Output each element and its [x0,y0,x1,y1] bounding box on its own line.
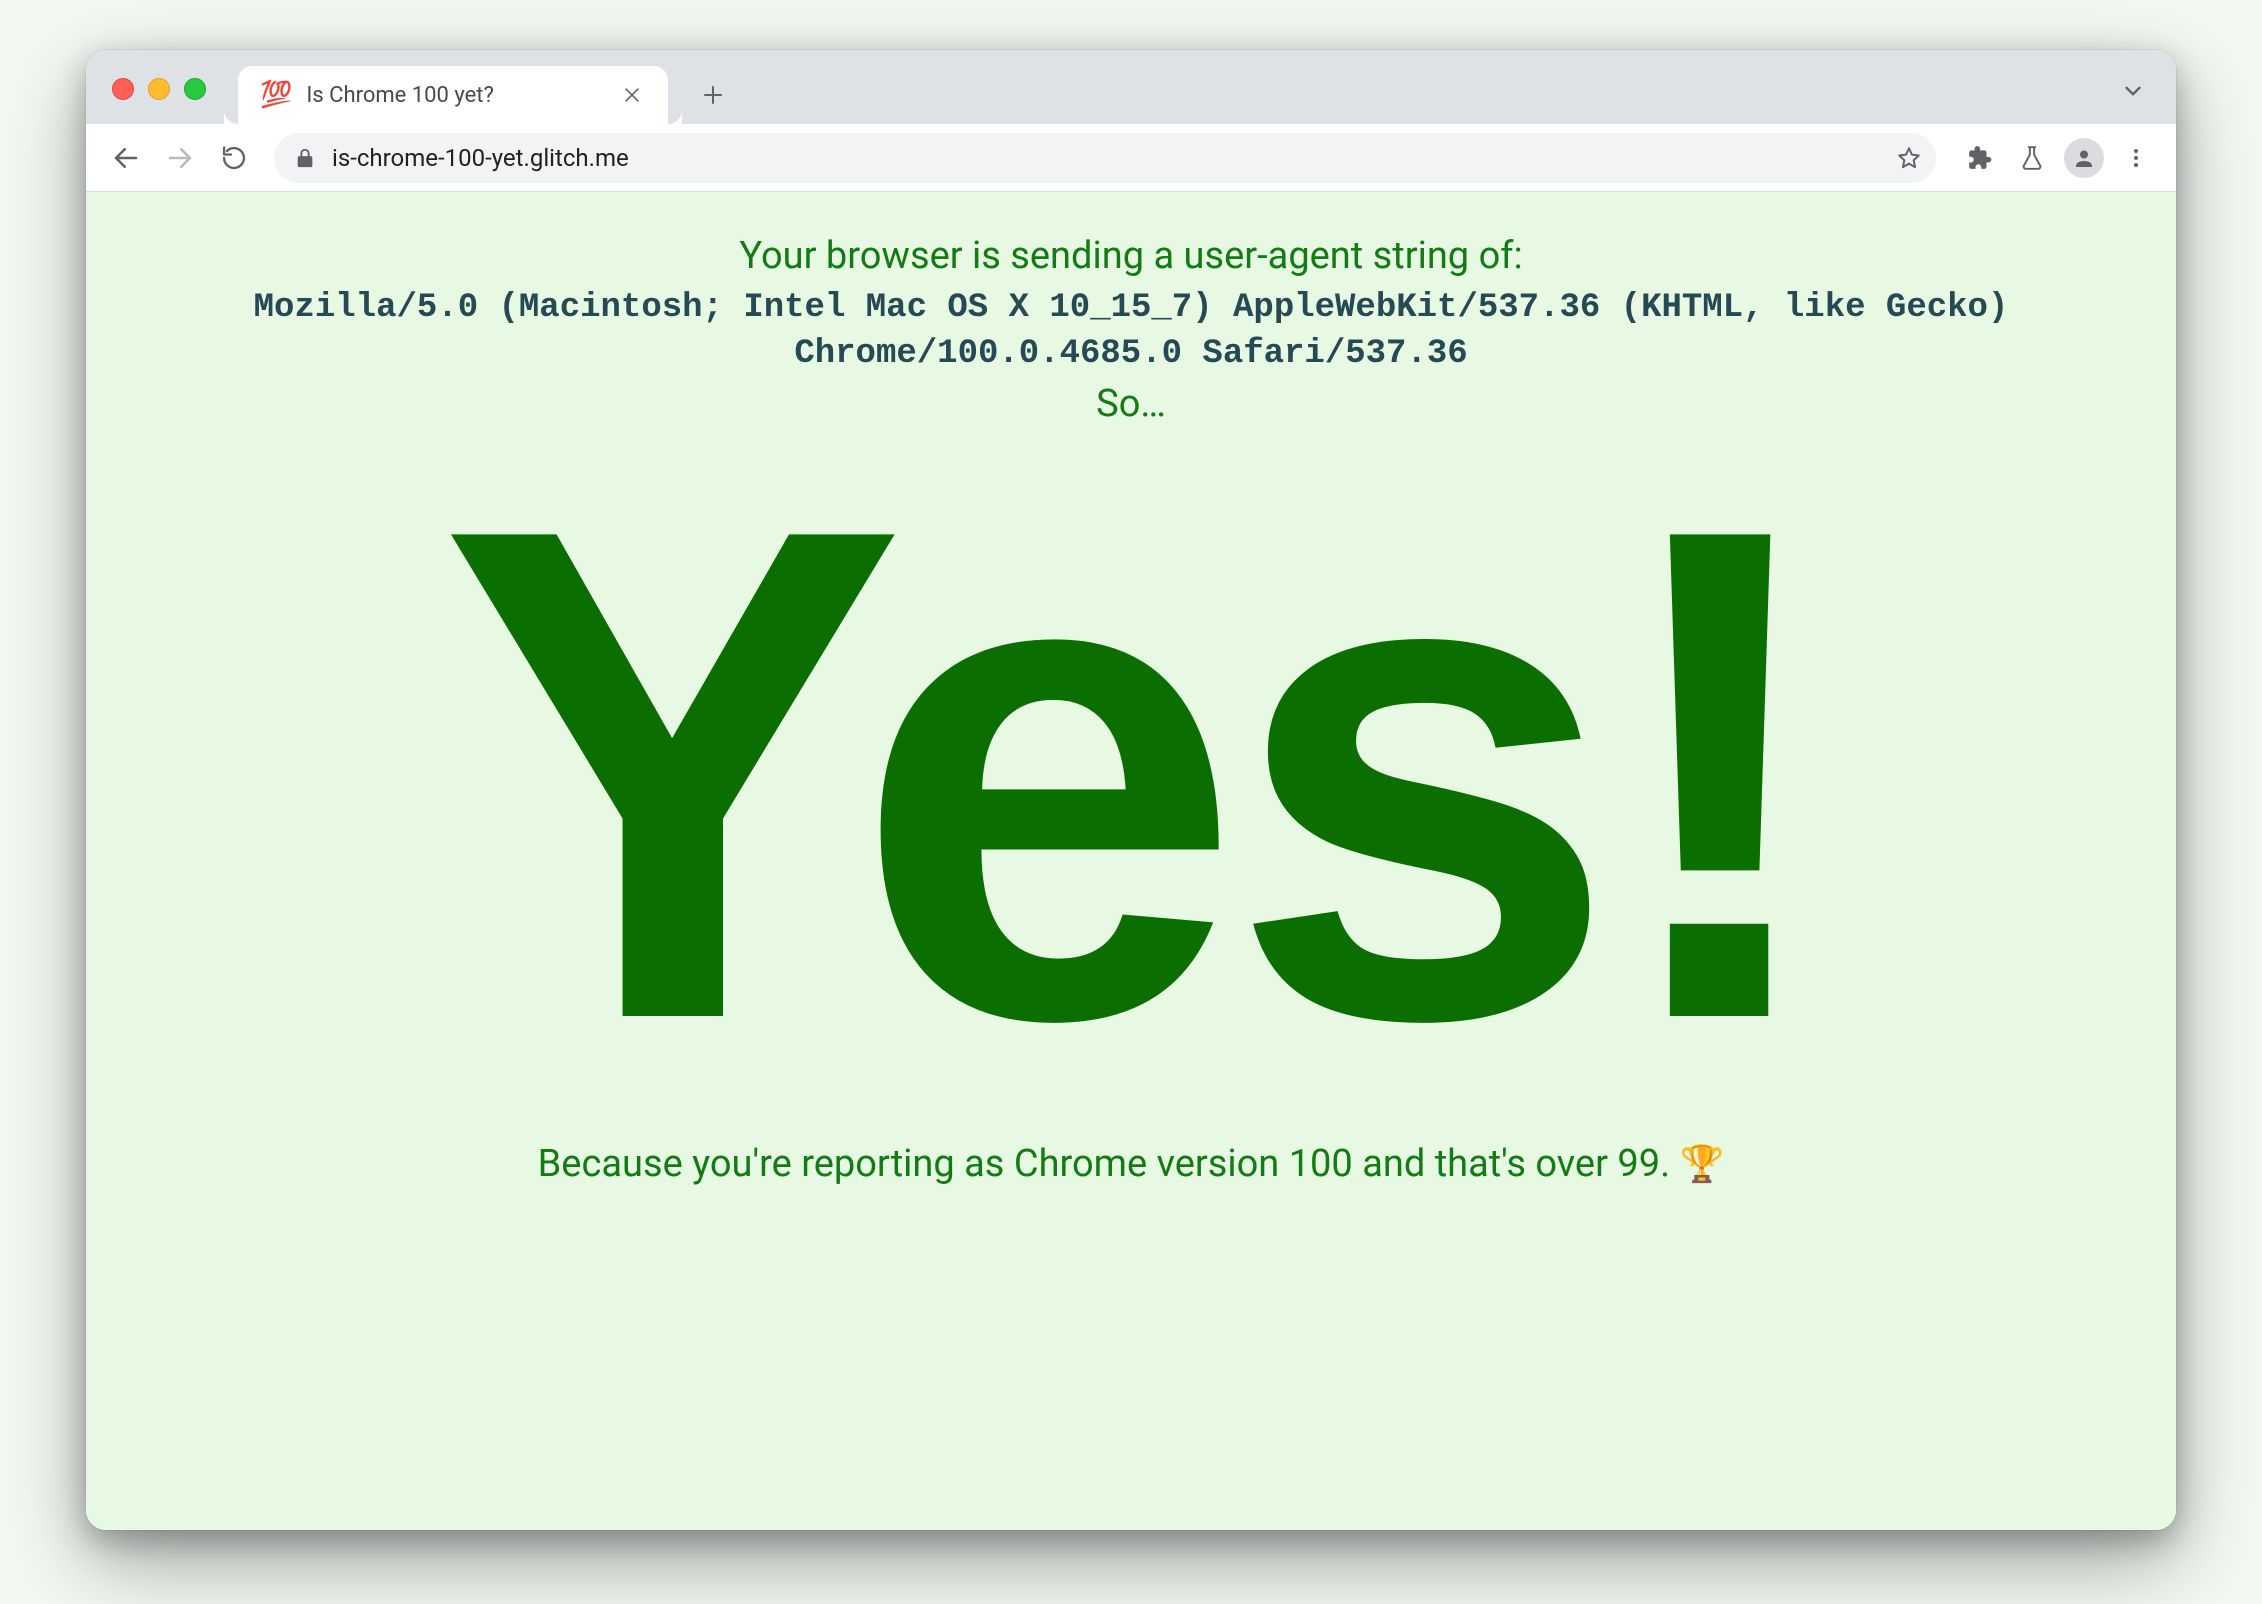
tab-close-icon[interactable] [622,85,650,105]
bookmark-icon[interactable] [1896,145,1922,171]
reload-button[interactable] [210,134,258,182]
window-close-button[interactable] [112,78,134,100]
user-agent-string: Mozilla/5.0 (Macintosh; Intel Mac OS X 1… [126,286,2136,378]
tab-strip: 💯 Is Chrome 100 yet? [86,50,2176,124]
lock-icon [294,147,316,169]
toolbar: is-chrome-100-yet.glitch.me [86,124,2176,192]
trophy-icon: 🏆 [1680,1143,1725,1185]
tab-favicon-icon: 💯 [260,82,292,108]
address-bar[interactable]: is-chrome-100-yet.glitch.me [274,133,1936,183]
page-content: Your browser is sending a user-agent str… [86,192,2176,1530]
kebab-menu-icon[interactable] [2112,134,2160,182]
back-button[interactable] [102,134,150,182]
browser-tab[interactable]: 💯 Is Chrome 100 yet? [238,66,668,124]
window-maximize-button[interactable] [184,78,206,100]
answer-text: Yes! [126,466,2136,1082]
tab-title: Is Chrome 100 yet? [306,83,608,108]
traffic-lights [112,78,206,100]
profile-button[interactable] [2060,134,2108,182]
tabs-area: 💯 Is Chrome 100 yet? [238,50,736,124]
toolbar-right [1956,134,2160,182]
browser-window: 💯 Is Chrome 100 yet? [86,50,2176,1530]
window-minimize-button[interactable] [148,78,170,100]
url-text: is-chrome-100-yet.glitch.me [332,144,1880,172]
reason-text: Because you're reporting as Chrome versi… [126,1142,2136,1186]
avatar-icon [2064,138,2104,178]
intro-text: Your browser is sending a user-agent str… [126,234,2136,278]
tab-overflow-icon[interactable] [2120,78,2146,104]
extensions-icon[interactable] [1956,134,2004,182]
forward-button[interactable] [156,134,204,182]
new-tab-button[interactable] [690,72,736,118]
reason-label: Because you're reporting as Chrome versi… [538,1142,1680,1186]
labs-icon[interactable] [2008,134,2056,182]
